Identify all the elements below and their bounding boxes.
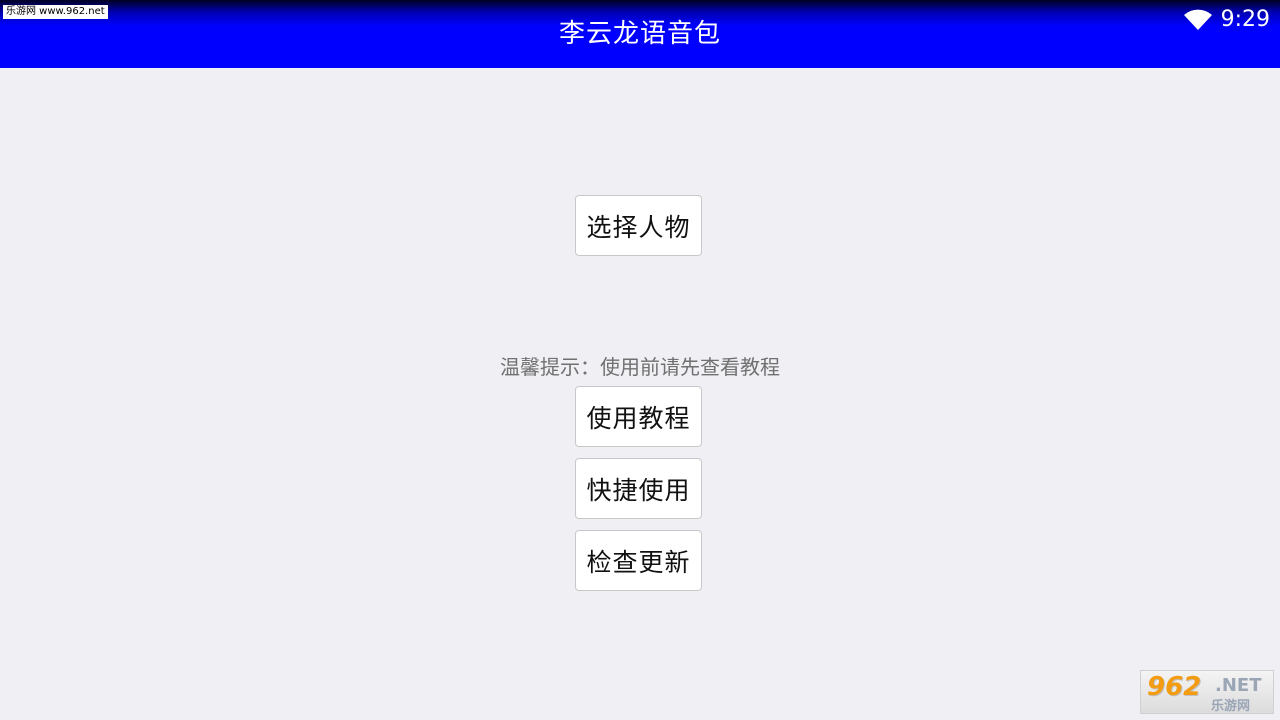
corner-logo: 962 .NET 乐游网 <box>1140 670 1274 714</box>
status-area: 9:29 <box>1183 6 1270 34</box>
quick-use-button[interactable]: 快捷使用 <box>575 458 702 519</box>
tutorial-button[interactable]: 使用教程 <box>575 386 702 447</box>
title-bar: 乐游网 www.962.net 李云龙语音包 9:29 <box>0 0 1280 68</box>
tip-text: 温馨提示：使用前请先查看教程 <box>500 355 780 379</box>
select-character-button[interactable]: 选择人物 <box>575 195 702 256</box>
logo-name: 乐游网 <box>1211 699 1251 714</box>
clock: 9:29 <box>1220 7 1270 32</box>
check-update-button[interactable]: 检查更新 <box>575 530 702 591</box>
logo-number: 962 <box>1147 672 1202 702</box>
wifi-icon <box>1183 9 1213 31</box>
page-title: 李云龙语音包 <box>558 19 721 49</box>
logo-domain: .NET <box>1215 675 1262 696</box>
